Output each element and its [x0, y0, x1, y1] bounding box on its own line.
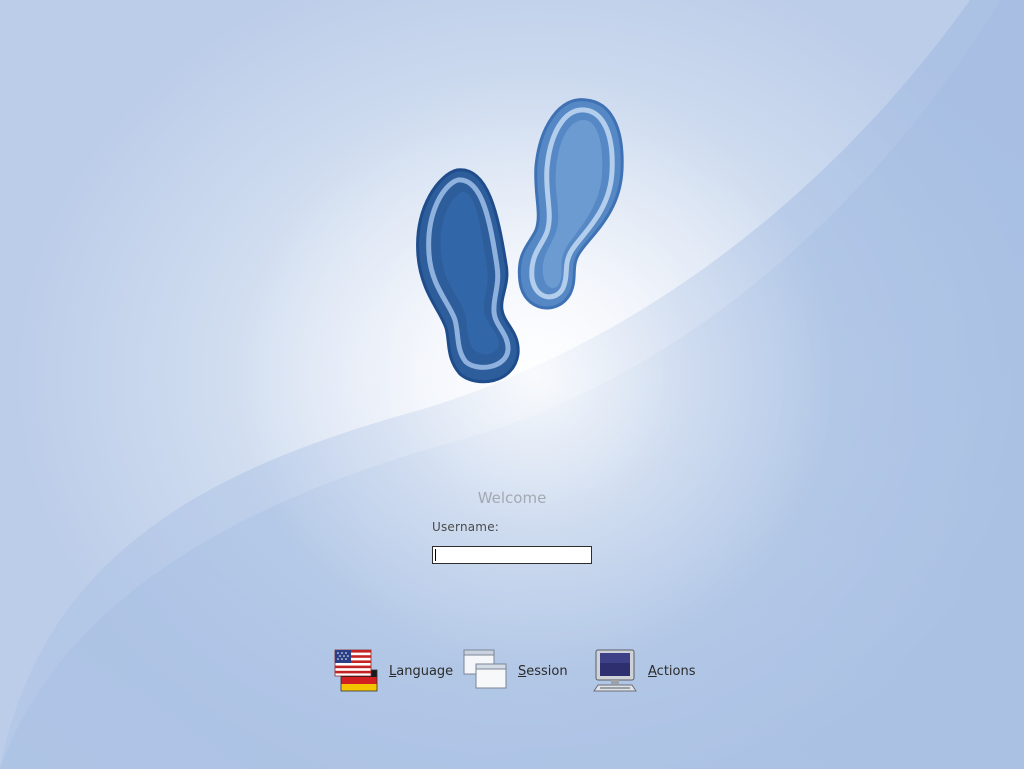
- login-screen: Welcome Username: Language Session Actio…: [0, 0, 1024, 769]
- language-button[interactable]: Language: [333, 648, 453, 694]
- footprints-logo-icon: [416, 98, 624, 384]
- username-label: Username:: [432, 520, 500, 534]
- windows-icon: [463, 649, 507, 689]
- right-footprint: [517, 98, 624, 310]
- actions-label: Actions: [648, 663, 696, 679]
- username-input[interactable]: [432, 546, 592, 564]
- flag-icon: [334, 649, 378, 692]
- session-button[interactable]: Session: [462, 648, 568, 694]
- welcome-title: Welcome: [477, 489, 547, 507]
- session-label: Session: [518, 663, 568, 679]
- left-footprint: [416, 168, 520, 384]
- text-cursor: [435, 549, 436, 561]
- computer-icon: [593, 649, 637, 692]
- language-label: Language: [389, 663, 454, 679]
- actions-button[interactable]: Actions: [592, 648, 696, 694]
